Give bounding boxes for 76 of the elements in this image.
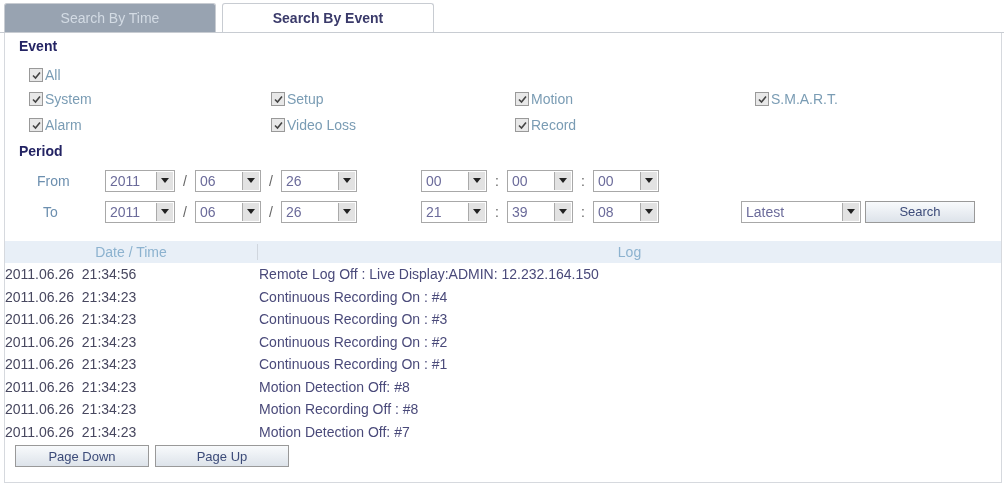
separator-text: / — [182, 172, 188, 189]
dropdown[interactable]: 08 — [593, 200, 659, 223]
checkbox[interactable] — [271, 92, 285, 106]
dropdown[interactable]: 26 — [281, 200, 357, 223]
separator-text: / — [268, 172, 274, 189]
checkbox[interactable] — [29, 92, 43, 106]
period-label: From — [36, 172, 71, 189]
page-button[interactable]: Page Up — [155, 445, 289, 467]
table-cell-text: 2011.06.26 21:34:23 — [5, 311, 138, 328]
caret-icon — [645, 209, 653, 214]
page-button[interactable]: Page Down — [15, 445, 149, 467]
table-cell-text: Continuous Recording On : #4 — [259, 288, 449, 305]
period-label: To — [42, 203, 59, 220]
checkbox-label: S.M.A.R.T. — [771, 91, 838, 107]
caret-icon — [247, 209, 255, 214]
caret-icon — [473, 178, 481, 183]
dropdown[interactable]: 39 — [507, 200, 573, 223]
table-cell-text: 2011.06.26 21:34:23 — [5, 356, 138, 373]
caret-icon — [247, 178, 255, 183]
dropdown[interactable]: 00 — [421, 169, 487, 192]
separator-text: : — [494, 172, 500, 189]
caret-icon — [161, 209, 169, 214]
section-heading: Event — [18, 37, 59, 56]
table-cell-text: 2011.06.26 21:34:56 — [5, 266, 138, 283]
table-cell-text: 2011.06.26 21:34:23 — [5, 423, 138, 440]
dropdown[interactable]: 26 — [281, 169, 357, 192]
checkbox[interactable] — [515, 118, 529, 132]
column-header: Date / Time — [94, 244, 168, 260]
section-heading: Period — [18, 142, 64, 161]
dropdown[interactable]: 2011 — [105, 200, 175, 223]
search-button[interactable]: Search — [865, 200, 975, 223]
table-cell-text: 2011.06.26 21:34:23 — [5, 288, 138, 305]
checkbox-label: Motion — [531, 91, 574, 107]
table-cell-text: Remote Log Off : Live Display:ADMIN: 12.232.164.150 — [259, 266, 600, 283]
separator-text: : — [580, 172, 586, 189]
dropdown[interactable]: 06 — [195, 200, 261, 223]
checkbox-label: System — [45, 91, 92, 107]
checkbox[interactable] — [271, 118, 285, 132]
caret-icon — [645, 178, 653, 183]
column-header: Log — [257, 244, 1001, 260]
table-cell-text: Continuous Recording On : #2 — [259, 333, 449, 350]
dropdown[interactable]: 2011 — [105, 169, 175, 192]
caret-icon — [559, 209, 567, 214]
table-cell-text: 2011.06.26 21:34:23 — [5, 378, 138, 395]
table-cell-text: 2011.06.26 21:34:23 — [5, 333, 138, 350]
caret-icon — [343, 178, 351, 183]
table-cell-text: Continuous Recording On : #3 — [259, 311, 449, 328]
table-cell-text: Motion Detection Off: #8 — [259, 378, 411, 395]
checkbox-label: Setup — [287, 91, 324, 107]
separator-text: / — [268, 203, 274, 220]
separator-text: / — [182, 203, 188, 220]
checkbox[interactable] — [29, 68, 43, 82]
checkbox-label: Record — [531, 117, 577, 133]
caret-icon — [559, 178, 567, 183]
checkbox[interactable] — [755, 92, 769, 106]
table-cell-text: 2011.06.26 21:34:23 — [5, 401, 138, 418]
caret-icon — [343, 209, 351, 214]
checkbox-label: All — [45, 67, 61, 83]
caret-icon — [161, 178, 169, 183]
tab[interactable]: Search By Event — [222, 3, 434, 32]
dropdown[interactable]: 00 — [507, 169, 573, 192]
dropdown[interactable]: 00 — [593, 169, 659, 192]
table-cell-text: Motion Recording Off : #8 — [259, 401, 420, 418]
order-dropdown[interactable]: Latest — [741, 200, 861, 223]
dropdown[interactable]: 06 — [195, 169, 261, 192]
caret-icon — [473, 209, 481, 214]
checkbox[interactable] — [515, 92, 529, 106]
checkbox-label: Alarm — [45, 117, 82, 133]
table-cell-text: Continuous Recording On : #1 — [259, 356, 449, 373]
dropdown[interactable]: 21 — [421, 200, 487, 223]
separator-text: : — [580, 203, 586, 220]
caret-icon — [847, 209, 855, 214]
table-cell-text: Motion Detection Off: #7 — [259, 423, 411, 440]
checkbox-label: Video Loss — [287, 117, 356, 133]
separator-text: : — [494, 203, 500, 220]
checkbox[interactable] — [29, 118, 43, 132]
